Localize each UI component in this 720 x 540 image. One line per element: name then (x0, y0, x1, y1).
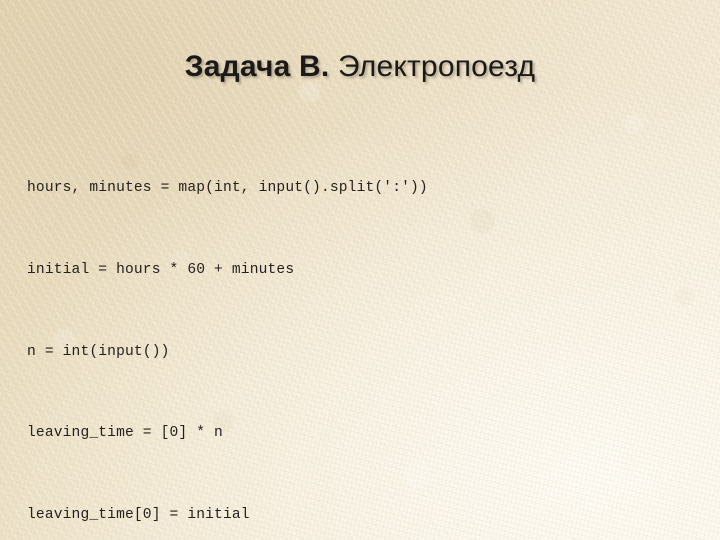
title-problem-name: Электропоезд (329, 50, 536, 83)
code-line: n = int(input()) (27, 343, 170, 360)
title-problem-label: Задача В. (184, 50, 330, 83)
code-line: hours, minutes = map(int, input().split(… (27, 180, 428, 197)
code-line: leaving_time[0] = initial (27, 506, 250, 523)
page-title: Задача В. Электропоезд (0, 48, 720, 86)
code-line: initial = hours * 60 + minutes (27, 262, 295, 278)
python-code-block: hours, minutes = map(int, input().split(… (27, 121, 707, 540)
slide-canvas: Задача В. Электропоезд hours, minutes = … (0, 0, 720, 540)
code-line: leaving_time = [0] * n (27, 425, 223, 442)
